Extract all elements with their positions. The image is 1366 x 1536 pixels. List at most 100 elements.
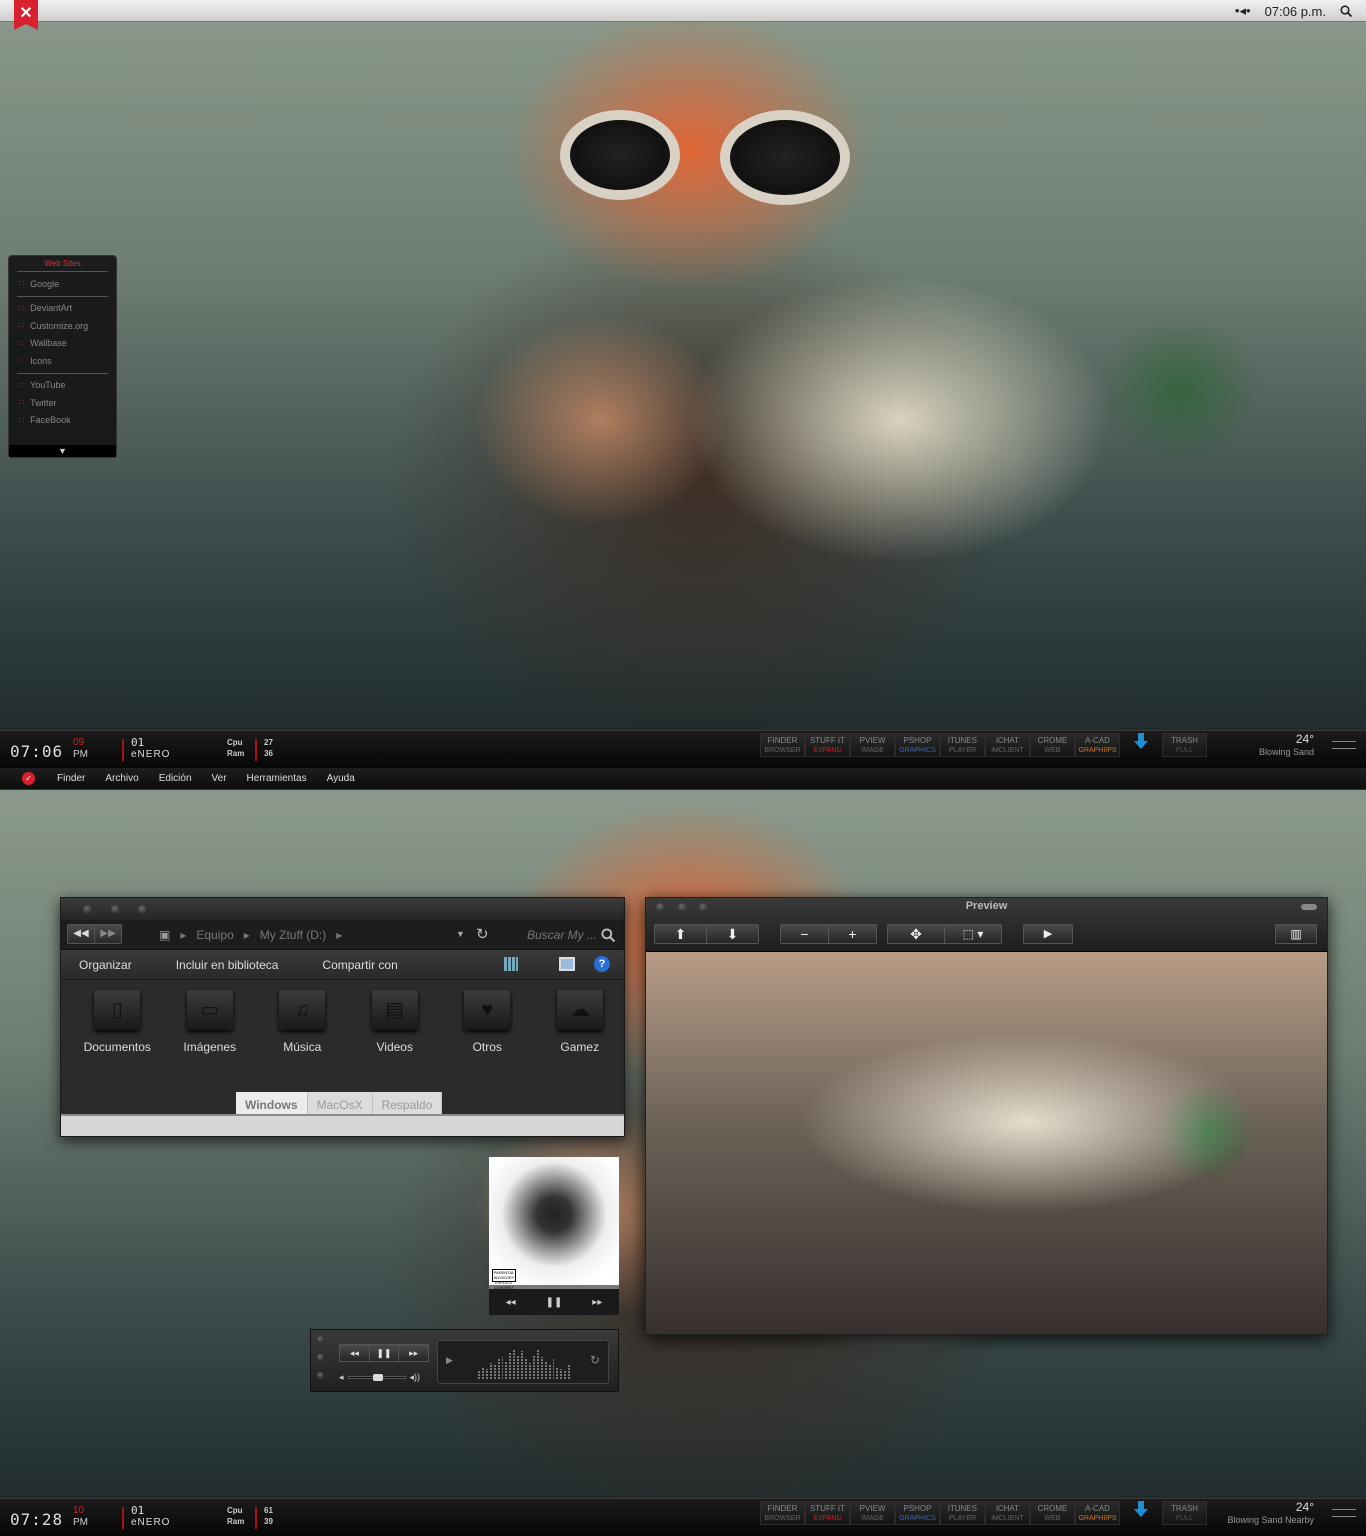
web-link-item[interactable]: ∷ Icons <box>9 352 116 370</box>
folder-item[interactable]: ♥ Otros <box>441 982 534 1082</box>
dock-app-ichat[interactable]: iCHAT iMCLIENT <box>985 1501 1030 1525</box>
dock-app-finder[interactable]: FINDER BROWSER <box>760 733 805 757</box>
dock-trash[interactable]: TRASH FULL <box>1162 1501 1207 1525</box>
history-dropdown-icon[interactable]: ▼ <box>456 929 465 939</box>
menu-finder[interactable]: Finder <box>57 773 85 784</box>
date-day: 01 <box>131 736 145 749</box>
dock-app-finder[interactable]: FINDER BROWSER <box>760 1501 805 1525</box>
search-icon[interactable] <box>601 928 615 942</box>
view-options-icon[interactable] <box>504 957 518 971</box>
dock-app-ichat[interactable]: iCHAT iMCLIENT <box>985 733 1030 757</box>
next-track-button[interactable]: ▸▸ <box>399 1345 428 1361</box>
dock-app-pshop[interactable]: PSHOP GRAPHICS <box>895 1501 940 1525</box>
dock-app-itunes[interactable]: iTUNES PLAYER <box>940 733 985 757</box>
close-button[interactable] <box>317 1336 324 1343</box>
minimize-button[interactable] <box>317 1354 324 1361</box>
menu-archivo[interactable]: Archivo <box>105 773 138 784</box>
dock-app-a-cad[interactable]: A-CAD GRAPHIIPS <box>1075 733 1120 757</box>
previous-track-button[interactable]: ◂◂ <box>340 1345 369 1361</box>
menu-edicion[interactable]: Edición <box>159 773 192 784</box>
search-input[interactable]: Buscar My ... <box>527 928 597 942</box>
dots-icon[interactable]: •◂• <box>1235 3 1251 19</box>
dock-app-pview[interactable]: PVIEW IMAGE <box>850 733 895 757</box>
web-link-item[interactable]: ∷ Twitter <box>9 394 116 412</box>
breadcrumb-equipo[interactable]: Equipo <box>196 928 233 942</box>
dock-app-stuff-it[interactable]: STUFF IT EXPAND <box>805 1501 850 1525</box>
menubar-clock[interactable]: 07:06 p.m. <box>1265 4 1326 19</box>
dock-app-name: FINDER <box>767 736 798 745</box>
web-link-item[interactable]: ∷ YouTube <box>9 377 116 395</box>
dock-app-itunes[interactable]: iTUNES PLAYER <box>940 1501 985 1525</box>
sidebar-toggle-button[interactable]: ▥ <box>1275 924 1317 944</box>
web-link-item[interactable]: ∷ Customize.org <box>9 317 116 335</box>
dock-app-pshop[interactable]: PSHOP GRAPHICS <box>895 733 940 757</box>
breadcrumb-drive[interactable]: My Ztuff (D:) <box>260 928 326 942</box>
web-link-item[interactable]: ∷ Wallbase <box>9 335 116 353</box>
folder-icon: ▤ <box>371 990 418 1030</box>
select-tool-icon[interactable]: ⬚ ▾ <box>944 925 1001 943</box>
next-track-button[interactable]: ▸▸ <box>576 1297 619 1308</box>
web-link-item[interactable]: ∷ Google <box>9 275 116 293</box>
refresh-icon[interactable]: ↻ <box>476 925 489 943</box>
move-tool-icon[interactable]: ✥ <box>888 925 944 943</box>
chevron-right-icon: ▸ <box>336 928 343 942</box>
page-nav-buttons: ⬆ ⬇ <box>654 924 759 944</box>
folder-item[interactable]: ▭ Imágenes <box>164 982 257 1082</box>
download-arrow-icon[interactable] <box>1134 733 1148 749</box>
menu-ver[interactable]: Ver <box>212 773 227 784</box>
forward-button[interactable]: ▶▶ <box>94 925 121 943</box>
dock-app-crome[interactable]: CROME WEB <box>1030 1501 1075 1525</box>
apple-logo-icon[interactable]: ✓ <box>22 772 35 785</box>
dock-trash[interactable]: TRASH FULL <box>1162 733 1207 757</box>
include-in-library-button[interactable]: Incluir en biblioteca <box>150 958 297 972</box>
window-titlebar[interactable] <box>61 898 624 920</box>
bullet-icon: ∷ <box>19 398 25 408</box>
volume-slider[interactable] <box>347 1374 406 1381</box>
web-link-item[interactable]: ∷ FaceBook <box>9 412 116 430</box>
weather-description: Blowing Sand Nearby <box>1227 1515 1314 1525</box>
clock-ampm: PM <box>73 749 88 760</box>
organize-button[interactable]: Organizar <box>61 958 150 972</box>
wallpaper <box>0 0 1366 768</box>
play-icon[interactable]: ▶ <box>446 1355 453 1366</box>
zoom-in-icon[interactable]: + <box>828 925 876 943</box>
bullet-icon: ∷ <box>19 338 25 348</box>
share-with-button[interactable]: Compartir con <box>296 958 415 972</box>
ram-label: Ram <box>227 1517 245 1526</box>
menu-ayuda[interactable]: Ayuda <box>327 773 355 784</box>
dock-app-stuff-it[interactable]: STUFF IT EXPAND <box>805 733 850 757</box>
folder-item[interactable]: ▤ Videos <box>349 982 442 1082</box>
folder-item[interactable]: ♫ Música <box>256 982 349 1082</box>
next-page-icon[interactable]: ⬇ <box>706 925 758 943</box>
weather-widget: 24° Blowing Sand Nearby <box>1227 1501 1314 1527</box>
folder-item[interactable]: ▯ Documentos <box>71 982 164 1082</box>
chevron-down-icon[interactable]: ▼ <box>9 445 116 457</box>
dock-app-pview[interactable]: PVIEW IMAGE <box>850 1501 895 1525</box>
help-icon[interactable]: ? <box>594 956 610 972</box>
back-button[interactable]: ◀◀ <box>68 925 94 943</box>
zoom-out-icon[interactable]: − <box>781 925 828 943</box>
maximize-button[interactable] <box>138 905 147 914</box>
album-art-widget: PARENTAL ADVISORY EXPLICIT CONTENT ◂◂ ❚❚… <box>489 1157 619 1315</box>
slideshow-button[interactable]: ▶ <box>1023 924 1073 944</box>
previous-track-button[interactable]: ◂◂ <box>489 1297 532 1308</box>
download-arrow-icon[interactable] <box>1134 1501 1148 1517</box>
folder-item[interactable]: ☁ Gamez <box>534 982 627 1082</box>
toolbar-toggle-button[interactable] <box>1301 904 1317 910</box>
pause-button[interactable]: ❚❚ <box>532 1297 575 1308</box>
pause-button[interactable]: ❚❚ <box>368 1345 400 1361</box>
close-button[interactable] <box>83 905 92 914</box>
repeat-icon[interactable]: ↻ <box>590 1353 600 1367</box>
preview-pane-icon[interactable] <box>559 957 575 971</box>
itunes-mini-player: ◂◂ ❚❚ ▸▸ ◂ ◂)) ▶ ↻ <box>310 1329 619 1392</box>
web-link-label: DeviantArt <box>30 303 73 314</box>
minimize-button[interactable] <box>111 905 120 914</box>
volume-thumb[interactable] <box>372 1374 383 1381</box>
previous-page-icon[interactable]: ⬆ <box>655 925 706 943</box>
web-link-item[interactable]: ∷ DeviantArt <box>9 300 116 318</box>
maximize-button[interactable] <box>317 1372 324 1379</box>
menu-herramientas[interactable]: Herramientas <box>247 773 307 784</box>
dock-app-a-cad[interactable]: A-CAD GRAPHIIPS <box>1075 1501 1120 1525</box>
dock-app-crome[interactable]: CROME WEB <box>1030 733 1075 757</box>
search-icon[interactable] <box>1340 5 1352 17</box>
